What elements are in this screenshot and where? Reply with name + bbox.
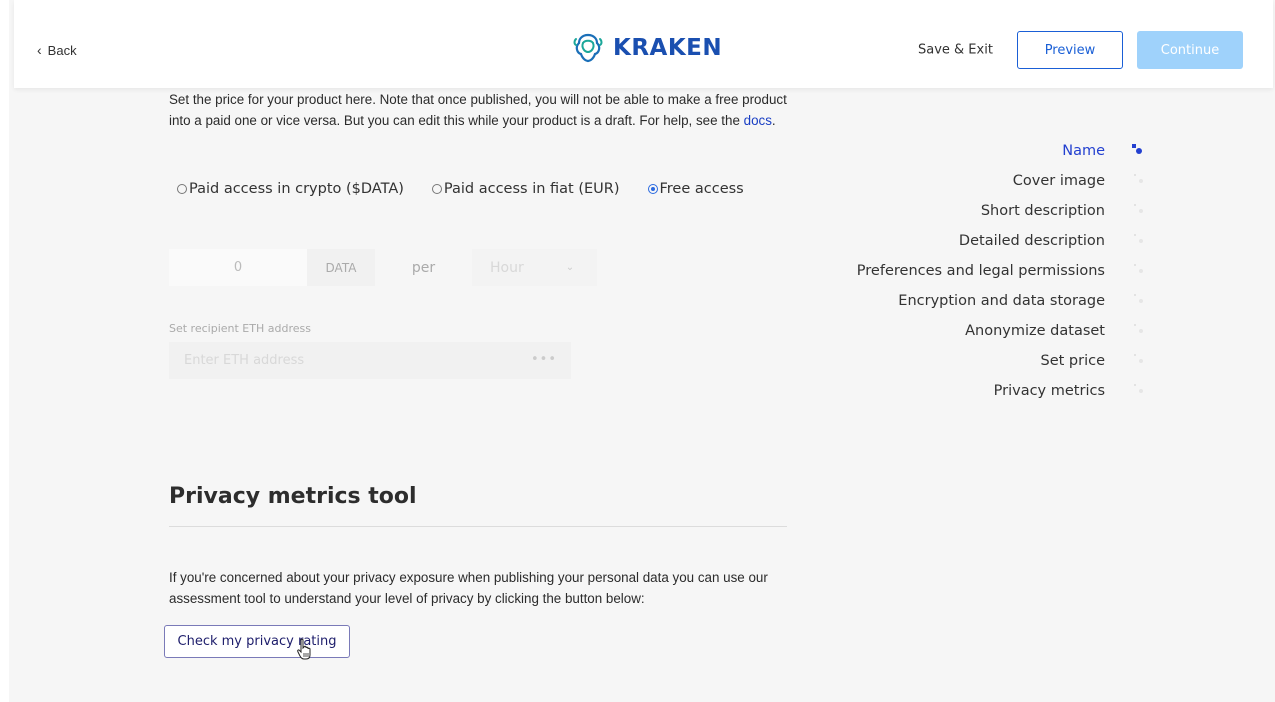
step-indicator-icon: [1134, 204, 1143, 213]
section-divider: [169, 526, 787, 527]
step-label: Name: [1062, 143, 1105, 159]
period-select-value: Hour: [490, 259, 524, 276]
continue-button[interactable]: Continue: [1137, 31, 1243, 69]
step-label: Detailed description: [958, 233, 1105, 249]
step-detailed-description[interactable]: Detailed description: [959, 230, 1105, 252]
radio-button-selected-icon[interactable]: [647, 184, 658, 194]
privacy-tool-description: If you're concerned about your privacy e…: [169, 570, 768, 606]
radio-paid-fiat-label: Paid access in fiat (EUR): [443, 181, 620, 197]
step-active-indicator-icon: [1132, 144, 1142, 154]
step-indicator-icon: [1134, 234, 1143, 243]
app-canvas: Set the price for your product here. Not…: [9, 0, 1275, 702]
price-currency-label: DATA: [307, 249, 375, 286]
pricing-intro-end: .: [771, 113, 776, 128]
step-indicator-icon: [1134, 384, 1143, 393]
radio-free-access[interactable]: Free access: [647, 181, 744, 197]
step-set-price[interactable]: Set price: [1040, 350, 1105, 372]
radio-paid-crypto[interactable]: Paid access in crypto ($DATA): [177, 181, 404, 197]
step-indicator-icon: [1134, 324, 1143, 333]
radio-button-icon[interactable]: [431, 184, 442, 194]
eth-address-placeholder: Enter ETH address: [184, 353, 305, 368]
per-label: per: [411, 259, 436, 276]
step-name[interactable]: Name: [1062, 140, 1105, 162]
radio-free-access-label: Free access: [659, 181, 744, 197]
radio-button-icon[interactable]: [177, 184, 187, 194]
step-label: Short description: [980, 203, 1105, 219]
pricing-intro: Set the price for your product here. Not…: [169, 89, 799, 131]
privacy-tool-title: Privacy metrics tool: [169, 484, 417, 509]
save-exit-link[interactable]: Save & Exit: [918, 43, 993, 58]
period-select[interactable]: Hour ⌄: [472, 249, 597, 286]
price-row: 0 DATA per Hour ⌄: [169, 249, 597, 286]
pricing-intro-text: Set the price for your product here. Not…: [169, 92, 787, 128]
top-header-bar: ‹ Back KRAKEN Save & Exit Preview Contin…: [14, 0, 1273, 88]
step-encryption-storage[interactable]: Encryption and data storage: [898, 290, 1105, 312]
docs-link[interactable]: docs: [744, 113, 772, 128]
eth-address-label: Set recipient ETH address: [169, 322, 311, 335]
eth-address-input[interactable]: Enter ETH address •••: [169, 342, 571, 379]
back-button[interactable]: ‹ Back: [37, 42, 77, 58]
step-short-description[interactable]: Short description: [981, 200, 1105, 222]
access-type-radio-group: Paid access in crypto ($DATA) Paid acces…: [177, 181, 744, 197]
step-cover-image[interactable]: Cover image: [1013, 170, 1105, 192]
kraken-logo-icon: [573, 33, 603, 63]
step-privacy-metrics[interactable]: Privacy metrics: [994, 380, 1105, 402]
preview-button[interactable]: Preview: [1017, 31, 1123, 69]
back-button-label: Back: [47, 42, 77, 58]
step-indicator-icon: [1134, 354, 1143, 363]
step-indicator-icon: [1134, 174, 1143, 183]
step-label: Encryption and data storage: [898, 293, 1105, 309]
check-privacy-rating-button[interactable]: Check my privacy rating: [164, 625, 350, 658]
step-indicator-icon: [1134, 264, 1143, 273]
radio-paid-crypto-label: Paid access in crypto ($DATA): [189, 181, 404, 197]
chevron-down-icon: ⌄: [565, 262, 575, 273]
radio-paid-fiat[interactable]: Paid access in fiat (EUR): [431, 181, 620, 197]
hand-pointer-cursor-icon: [297, 638, 311, 660]
step-label: Anonymize dataset: [965, 323, 1105, 339]
step-label: Preferences and legal permissions: [856, 263, 1105, 279]
step-label: Cover image: [1012, 173, 1105, 189]
step-label: Privacy metrics: [993, 383, 1105, 399]
price-amount-input[interactable]: 0: [169, 249, 307, 286]
kraken-logo: KRAKEN: [571, 31, 722, 65]
step-anonymize-dataset[interactable]: Anonymize dataset: [965, 320, 1105, 342]
kraken-logo-text: KRAKEN: [613, 35, 723, 61]
step-indicator-icon: [1134, 294, 1143, 303]
step-preferences-legal[interactable]: Preferences and legal permissions: [857, 260, 1105, 282]
chevron-left-icon: ‹: [37, 42, 42, 58]
step-label: Set price: [1040, 353, 1105, 369]
more-dots-icon: •••: [530, 352, 557, 367]
